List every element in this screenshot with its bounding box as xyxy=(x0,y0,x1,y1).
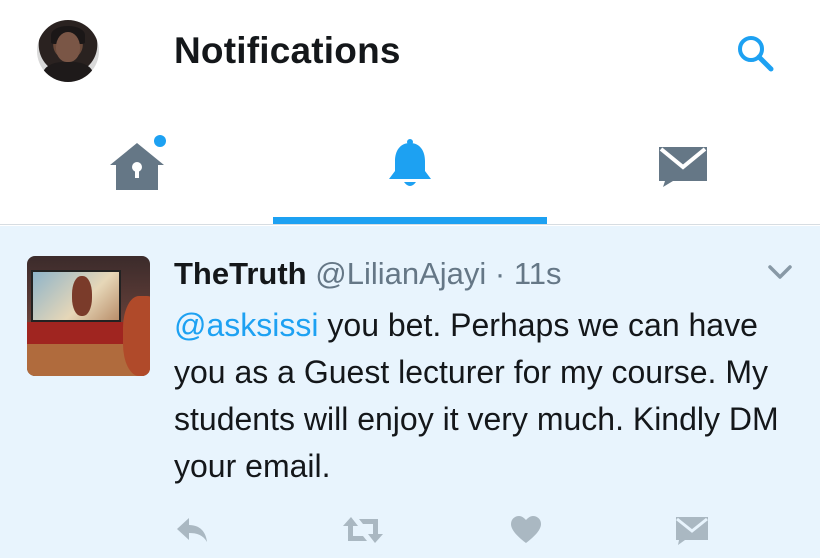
new-indicator-dot xyxy=(153,135,166,147)
chevron-down-icon[interactable] xyxy=(766,262,794,282)
home-icon xyxy=(109,135,166,190)
reply-button[interactable] xyxy=(172,513,212,547)
avatar-face xyxy=(56,32,80,62)
like-button[interactable] xyxy=(506,513,546,547)
avatar-figure xyxy=(72,276,92,316)
search-icon[interactable] xyxy=(734,32,776,74)
tweet-actions xyxy=(0,513,820,547)
direct-message-icon xyxy=(676,517,708,545)
active-tab-indicator xyxy=(273,217,547,224)
envelope-icon xyxy=(658,147,707,187)
page-title: Notifications xyxy=(174,30,401,71)
tweet-header: TheTruth @LilianAjayi · 11s xyxy=(174,256,562,292)
retweet-icon xyxy=(343,517,383,543)
tab-home[interactable] xyxy=(0,105,273,225)
tab-notifications[interactable] xyxy=(273,105,546,225)
bell-icon xyxy=(388,139,431,186)
avatar-shoulders xyxy=(43,62,93,82)
retweet-button[interactable] xyxy=(341,513,385,547)
separator-dot: · xyxy=(494,256,506,291)
divider xyxy=(0,224,820,225)
avatar-hair-foreground xyxy=(123,296,150,376)
tweet-author-avatar[interactable] xyxy=(27,256,150,376)
tweet-timestamp: 11s xyxy=(513,256,562,291)
direct-message-button[interactable] xyxy=(672,513,712,547)
tab-messages[interactable] xyxy=(546,105,819,225)
profile-avatar[interactable] xyxy=(37,20,99,82)
reply-icon xyxy=(177,518,207,542)
avatar-red-band xyxy=(27,322,127,344)
mention-link[interactable]: @asksissi xyxy=(174,307,319,343)
author-handle[interactable]: @LilianAjayi xyxy=(315,256,486,291)
like-icon xyxy=(511,516,541,543)
tweet-text: @asksissi you bet. Perhaps we can have y… xyxy=(174,302,794,490)
top-bar: Notifications xyxy=(0,0,820,105)
author-name[interactable]: TheTruth xyxy=(174,256,307,291)
tab-bar xyxy=(0,105,820,225)
